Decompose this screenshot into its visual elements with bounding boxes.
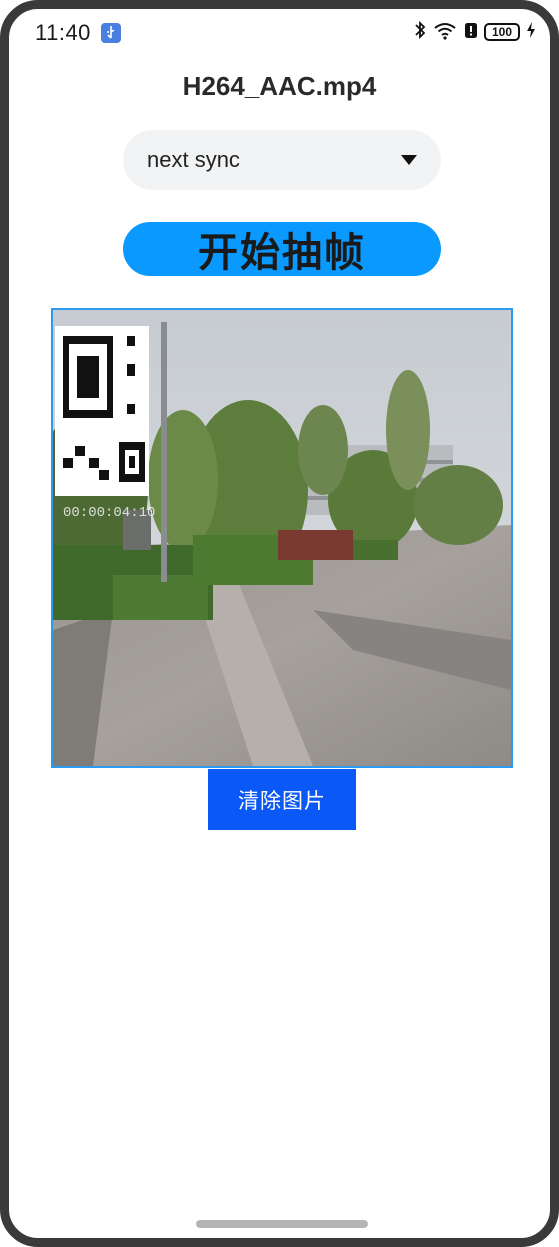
extracted-frame-image: 00:00:04:10	[51, 308, 513, 768]
battery-icon: 100	[484, 23, 520, 41]
page-title: H264_AAC.mp4	[182, 71, 377, 101]
status-time: 11:40	[35, 20, 91, 45]
home-indicator[interactable]	[196, 1220, 368, 1228]
frame-image-scene: 00:00:04:10	[53, 310, 511, 766]
status-icons: 100	[414, 20, 536, 45]
phone-screen: 11:40 100 H264_AAC.mp4 next sync 开始抽帧 00…	[0, 0, 559, 1247]
video-timestamp: 00:00:04:10	[63, 505, 155, 521]
battery-level: 100	[491, 25, 513, 39]
bluetooth-icon	[414, 20, 426, 45]
usb-icon	[101, 23, 121, 43]
mode-select[interactable]: next sync	[123, 130, 441, 190]
caret-down-icon	[401, 153, 417, 171]
status-bar: 11:40 100	[9, 9, 550, 55]
charging-icon	[526, 20, 536, 45]
mode-select-value: next sync	[147, 147, 240, 172]
vibrate-lock-icon	[464, 20, 478, 45]
wifi-icon	[432, 20, 458, 45]
clear-image-button[interactable]: 清除图片	[208, 769, 356, 830]
start-extract-button[interactable]: 开始抽帧	[123, 222, 441, 276]
